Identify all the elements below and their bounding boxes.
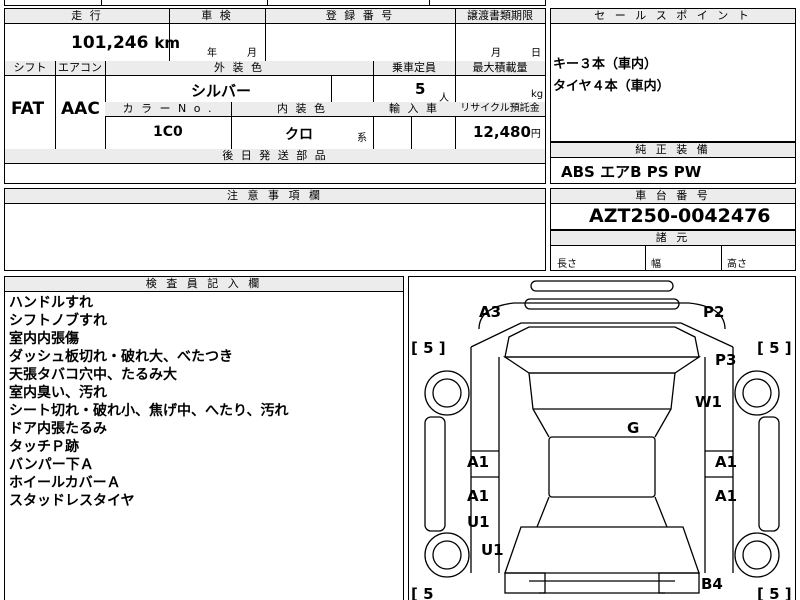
- chassis-box: 車 台 番 号 AZT250-0042476: [550, 188, 796, 230]
- max-load-header: 最大積載量: [455, 61, 545, 76]
- mark-a1-left-upper: A1: [467, 453, 489, 471]
- recycle-value: 12,480円: [473, 123, 541, 141]
- remark-line: ハンドルすれ: [9, 295, 93, 311]
- remark-line: 天張タバコ穴中、たるみ大: [9, 367, 177, 383]
- chassis-value: AZT250-0042476: [589, 205, 771, 227]
- standard-equipment-box: 純 正 装 備 ABS エアB PS PW: [550, 142, 796, 184]
- vehicle-info-block: 走 行 車 検 登 録 番 号 譲渡書類期限 101,246 km 年 月 月 …: [4, 8, 546, 184]
- standard-equipment-value: ABS エアB PS PW: [561, 163, 702, 181]
- top-strip: [4, 0, 546, 6]
- remark-line: スタッドレスタイヤ: [9, 493, 135, 509]
- later-parts-header: 後 日 発 送 部 品: [5, 149, 545, 164]
- color-no-value: 1C0: [153, 124, 183, 140]
- shaken-header: 車 検: [169, 9, 265, 24]
- registration-header: 登 録 番 号: [265, 9, 455, 24]
- dimensions-header: 諸 元: [551, 231, 795, 246]
- transfer-month-unit: 月: [491, 48, 501, 59]
- import-header: 輸 入 車: [373, 102, 455, 117]
- mark-p3: P3: [715, 351, 736, 369]
- shift-header: シフト: [5, 61, 55, 76]
- tire-tread-rear-right: [ 5 ]: [757, 585, 792, 600]
- remark-line: タッチＰ跡: [9, 439, 79, 455]
- mark-b4: B4: [701, 575, 723, 593]
- remark-line: バンパー下Ａ: [9, 457, 94, 473]
- mark-a1-right-lower: A1: [715, 487, 737, 505]
- sales-point-box: セ ー ル ス ポ イ ン ト キー３本（車内） タイヤ４本（車内）: [550, 8, 796, 142]
- mark-a3: A3: [479, 303, 501, 321]
- exterior-color-value: シルバー: [191, 82, 252, 100]
- interior-color-value: クロ: [285, 127, 313, 143]
- chassis-header: 車 台 番 号: [551, 189, 795, 204]
- dimensions-length: 長さ: [557, 259, 577, 270]
- dimensions-height: 高さ: [727, 259, 747, 270]
- remark-line: 室内臭い、汚れ: [9, 385, 107, 401]
- car-diagram: A3 P2 P3 W1 G A1 A1 A1 A1 U1 U1 B4 [ 5 ]…: [411, 280, 792, 600]
- recycle-header: リサイクル預託金: [455, 102, 545, 117]
- inspector-header: 検 査 員 記 入 欄: [5, 277, 403, 292]
- sales-point-header: セ ー ル ス ポ イ ン ト: [551, 9, 795, 24]
- color-no-header: カ ラ ー N o .: [105, 102, 231, 117]
- mark-u1-lower: U1: [481, 541, 504, 559]
- max-load-unit: kg: [531, 89, 544, 100]
- transfer-date-header: 譲渡書類期限: [455, 9, 545, 24]
- notes-box: 注 意 事 項 欄: [4, 188, 546, 271]
- dimensions-width: 幅: [651, 259, 661, 270]
- sales-point-line-2: タイヤ４本（車内）: [553, 79, 670, 94]
- remark-line: ホイールカバーＡ: [9, 475, 121, 491]
- sales-point-line-1: キー３本（車内）: [553, 57, 658, 72]
- capacity-value: 5: [415, 80, 426, 98]
- inspector-remarks: ハンドルすれ シフトノブすれ 室内内張傷 ダッシュ板切れ・破れ大、べたつき 天張…: [9, 294, 288, 510]
- shift-value: FAT: [11, 99, 45, 119]
- aircon-value: AAC: [61, 99, 100, 119]
- aircon-header: エアコン: [55, 61, 105, 76]
- interior-color-header: 内 装 色: [231, 102, 373, 117]
- car-diagram-box: A3 P2 P3 W1 G A1 A1 A1 A1 U1 U1 B4 [ 5 ]…: [408, 276, 796, 600]
- mileage-header: 走 行: [5, 9, 169, 24]
- shaken-year-unit: 年: [207, 48, 217, 59]
- remark-line: ドア内張たるみ: [9, 421, 107, 437]
- dimensions-box: 諸 元 長さ 幅 高さ: [550, 230, 796, 271]
- tire-tread-front-left: [ 5 ]: [411, 339, 446, 357]
- standard-equipment-header: 純 正 装 備: [551, 143, 795, 158]
- capacity-header: 乗車定員: [373, 61, 455, 76]
- mark-a1-left-lower: A1: [467, 487, 489, 505]
- remark-line: シフトノブすれ: [9, 313, 107, 329]
- mileage-value: 101,246 km: [71, 33, 180, 53]
- mark-g: G: [627, 419, 639, 437]
- remark-line: 室内内張傷: [9, 331, 79, 347]
- tire-tread-rear-left: [ 5: [411, 585, 434, 600]
- inspector-box: 検 査 員 記 入 欄 ハンドルすれ シフトノブすれ 室内内張傷 ダッシュ板切れ…: [4, 276, 404, 600]
- mark-w1: W1: [695, 393, 722, 411]
- tire-tread-front-right: [ 5 ]: [757, 339, 792, 357]
- mark-u1-upper: U1: [467, 513, 490, 531]
- mark-a1-right-upper: A1: [715, 453, 737, 471]
- shaken-month-unit: 月: [247, 48, 257, 59]
- exterior-color-header: 外 装 色: [105, 61, 373, 76]
- interior-color-suffix: 系: [357, 133, 367, 144]
- transfer-day-unit: 日: [531, 48, 541, 59]
- mark-p2: P2: [703, 303, 724, 321]
- remark-line: シート切れ・破れ小、焦げ中、へたり、汚れ: [9, 403, 289, 419]
- remark-line: ダッシュ板切れ・破れ大、べたつき: [9, 349, 233, 365]
- notes-header: 注 意 事 項 欄: [5, 189, 545, 204]
